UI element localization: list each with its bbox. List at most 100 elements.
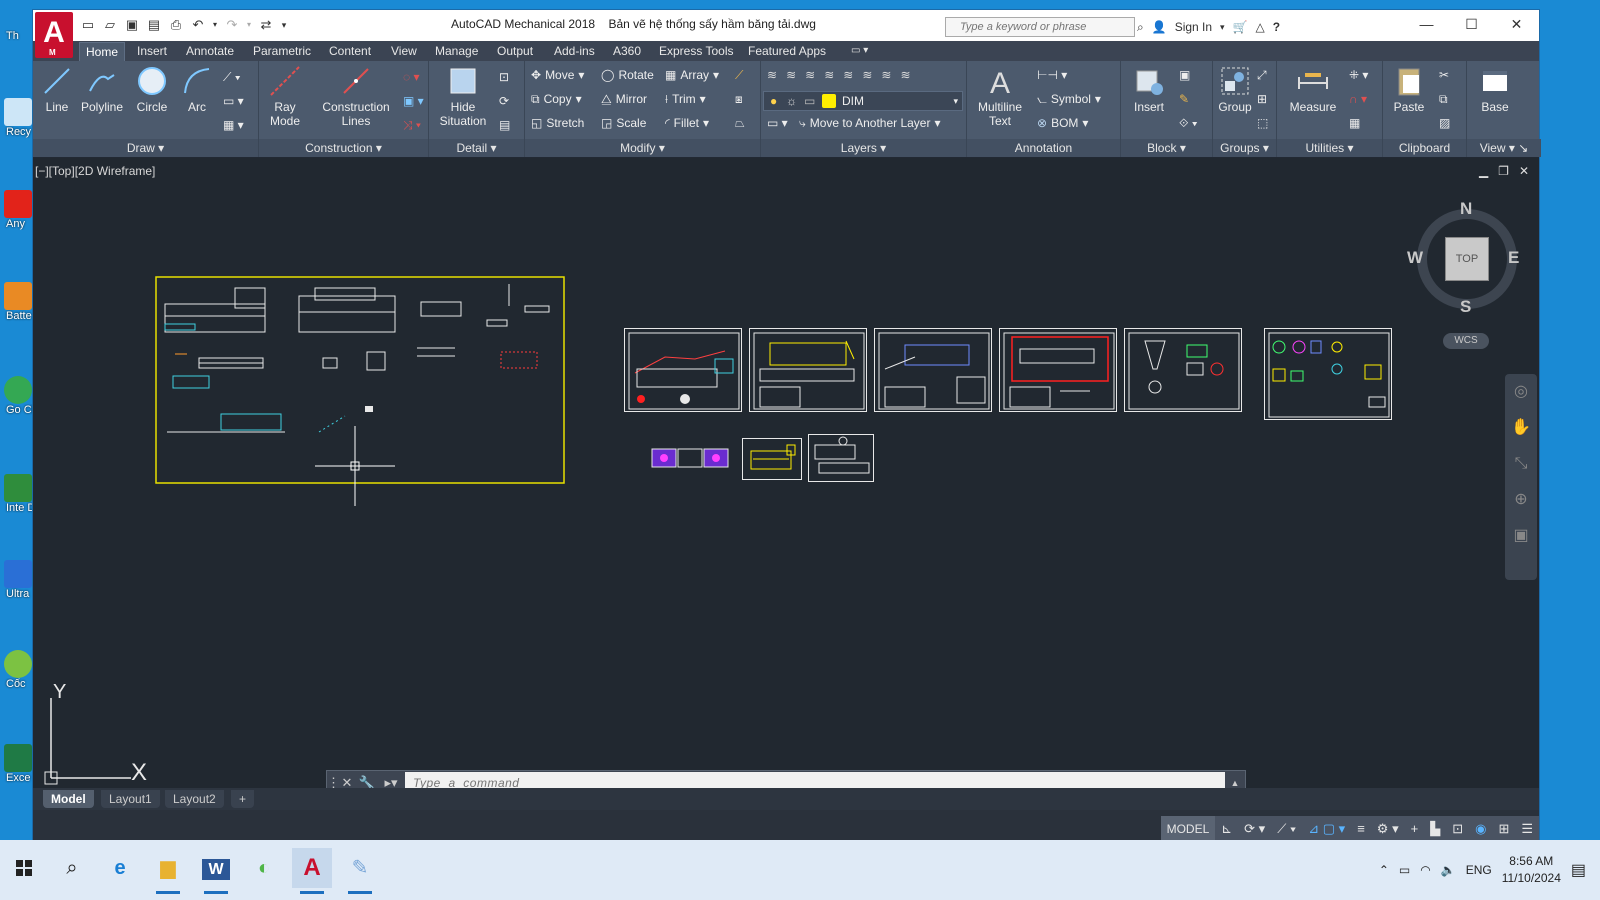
hide-situation-button[interactable]: Hide Situation [433, 65, 493, 128]
drawing-sheet-1[interactable] [624, 328, 742, 412]
workspace-icon[interactable]: ⇄ [257, 17, 275, 33]
viewport-minimize-icon[interactable]: ▁ [1479, 164, 1488, 178]
layer-lock-icon[interactable]: ≋ [843, 65, 853, 85]
panel-title-utilities[interactable]: Utilities ▾ [1277, 139, 1382, 157]
drawing-sheet-4[interactable] [999, 328, 1117, 412]
taskbar-autocad[interactable]: A [292, 848, 332, 894]
layer-off-icon[interactable]: ≋ [786, 65, 796, 85]
ray-mode-button[interactable]: Ray Mode [263, 65, 307, 128]
measure-button[interactable]: Measure [1283, 65, 1343, 114]
symbol-button[interactable]: ⦦ Symbol ▾ [1037, 89, 1101, 109]
orbit-icon[interactable]: ⊕ [1505, 482, 1537, 518]
taskbar-file-explorer[interactable]: ▆ [148, 848, 188, 894]
redo-dropdown-icon[interactable]: ▾ [245, 17, 253, 33]
osnap-icon[interactable]: ⊿ ▢ ▾ [1302, 816, 1351, 842]
copy-clip-icon[interactable]: ⧉ [1439, 89, 1448, 109]
group-select-icon[interactable]: ⬚ [1257, 113, 1268, 133]
arc-button[interactable]: Arc [179, 65, 215, 114]
desktop-icon-recycle-bin[interactable]: Recy [0, 98, 32, 138]
base-view-button[interactable]: Base [1475, 65, 1515, 114]
layer-previous-icon[interactable]: ≋ [881, 65, 891, 85]
multiline-text-button[interactable]: A Multiline Text [973, 65, 1027, 128]
layer-color-combo[interactable]: ▭ ▾ [767, 113, 788, 133]
tab-content[interactable]: Content [323, 42, 377, 61]
qat-customize-icon[interactable]: ▾ [279, 17, 289, 33]
panel-title-detail[interactable]: Detail ▾ [429, 139, 524, 157]
panel-title-layers[interactable]: Layers ▾ [761, 139, 966, 157]
object-snap-tracking-icon[interactable]: ⟋ ▾ [1271, 816, 1302, 842]
minimize-button[interactable]: — [1404, 10, 1449, 41]
calculator-icon[interactable]: ▦ [1349, 113, 1360, 133]
close-button[interactable]: ✕ [1494, 10, 1539, 41]
new-file-icon[interactable]: ▭ [79, 17, 97, 33]
tab-home[interactable]: Home [79, 42, 126, 61]
binoculars-icon[interactable]: ⌕ [1137, 20, 1144, 35]
detail-view-icon[interactable]: ⊡ [499, 67, 509, 87]
polar-tracking-icon[interactable]: ⟳ ▾ [1238, 816, 1271, 842]
explode-icon[interactable]: ⧆ [735, 89, 743, 109]
desktop-icon-th[interactable]: Th [0, 30, 32, 42]
group-edit-icon[interactable]: ⊞ [1257, 89, 1267, 109]
notifications-icon[interactable]: ▤ [1571, 860, 1586, 880]
tab-layout2[interactable]: Layout2 [165, 790, 224, 808]
battery-tray-icon[interactable]: ▭ [1399, 863, 1410, 877]
tab-insert[interactable]: Insert [131, 42, 173, 61]
cut-icon[interactable]: ✂ [1439, 65, 1449, 85]
viewport-controls-label[interactable]: [−][Top][2D Wireframe] [35, 164, 155, 178]
cart-icon[interactable]: 🛒 [1233, 20, 1248, 34]
model-space-button[interactable]: MODEL [1160, 816, 1216, 842]
viewport-restore-icon[interactable]: ❐ [1498, 164, 1509, 178]
tab-manage[interactable]: Manage [429, 42, 484, 61]
start-button[interactable] [4, 848, 44, 888]
settings-icon[interactable]: ⚙ ▾ [1371, 816, 1405, 842]
clock[interactable]: 8:56 AM 11/10/2024 [1502, 853, 1561, 887]
layer-isolate-icon[interactable]: ≋ [805, 65, 815, 85]
clean-screen-icon[interactable]: ⊞ [1492, 816, 1515, 842]
tab-featured-apps[interactable]: Featured Apps [742, 42, 832, 61]
tab-a360[interactable]: A360 [607, 42, 647, 61]
point-style-icon[interactable]: ⁜ ▾ [1349, 65, 1368, 85]
bom-button[interactable]: ⊗ BOM ▾ [1037, 113, 1088, 133]
edit-block-icon[interactable]: ✎ [1179, 89, 1189, 109]
desktop-icon-ultra[interactable]: Ultra [0, 560, 32, 600]
offset-icon[interactable]: ⏢ [735, 113, 745, 133]
construction-circle-icon[interactable]: ◌ ▾ [403, 67, 420, 87]
desktop-icon-any[interactable]: Any [0, 190, 32, 230]
hatch-icon[interactable]: ▦ ▾ [223, 115, 244, 135]
detail-edit-icon[interactable]: ▤ [499, 115, 510, 135]
wcs-menu[interactable]: WCS [1443, 333, 1489, 349]
chevron-up-icon[interactable]: ⌃ [1379, 863, 1389, 877]
array-button[interactable]: ▦ Array ▾ [665, 65, 719, 85]
copy-button[interactable]: ⧉ Copy ▾ [531, 89, 582, 109]
print-icon[interactable]: ⎙ [167, 17, 185, 33]
mirror-button[interactable]: ⧋ Mirror [601, 89, 647, 109]
draw-more-icon[interactable]: ⟋ ▾ [223, 67, 241, 87]
insert-block-button[interactable]: Insert [1127, 65, 1171, 114]
rotate-button[interactable]: ◯ Rotate [601, 65, 654, 85]
layer-dropdown[interactable]: ● ☼ ▭ DIM ▾ [763, 91, 963, 111]
volume-icon[interactable]: 🔈 [1441, 863, 1456, 877]
tab-layout1[interactable]: Layout1 [101, 790, 160, 808]
application-menu-button[interactable]: AM [35, 12, 73, 58]
drawing-sheet-2[interactable] [749, 328, 867, 412]
compass-north[interactable]: N [1460, 199, 1472, 219]
annotation-scale-icon[interactable]: + [1405, 816, 1425, 842]
help-button[interactable]: ? [1273, 20, 1280, 34]
language-indicator[interactable]: ENG [1466, 863, 1492, 877]
maximize-button[interactable]: ☐ [1449, 10, 1494, 41]
drawing-sheet-7[interactable] [651, 448, 731, 470]
panel-title-modify[interactable]: Modify ▾ [525, 139, 760, 157]
attribute-icon[interactable]: ⟐ ▾ [1179, 113, 1198, 133]
panel-title-groups[interactable]: Groups ▾ [1213, 139, 1276, 157]
layer-unisolate-icon[interactable]: ≋ [900, 65, 910, 85]
construction-box-icon[interactable]: ▣ ▾ [403, 91, 424, 111]
panel-title-construction[interactable]: Construction ▾ [259, 139, 428, 157]
lineweight-icon[interactable]: ≡ [1351, 816, 1371, 842]
showmotion-icon[interactable]: ▣ [1505, 518, 1537, 554]
isolate-objects-icon[interactable]: ⊡ [1446, 816, 1469, 842]
rectangle-icon[interactable]: ▭ ▾ [223, 91, 244, 111]
taskbar-coccoc[interactable]: ◐ [244, 848, 284, 888]
add-layout-button[interactable]: + [231, 790, 255, 808]
search-input[interactable] [946, 18, 1134, 36]
open-file-icon[interactable]: ▱ [101, 17, 119, 33]
